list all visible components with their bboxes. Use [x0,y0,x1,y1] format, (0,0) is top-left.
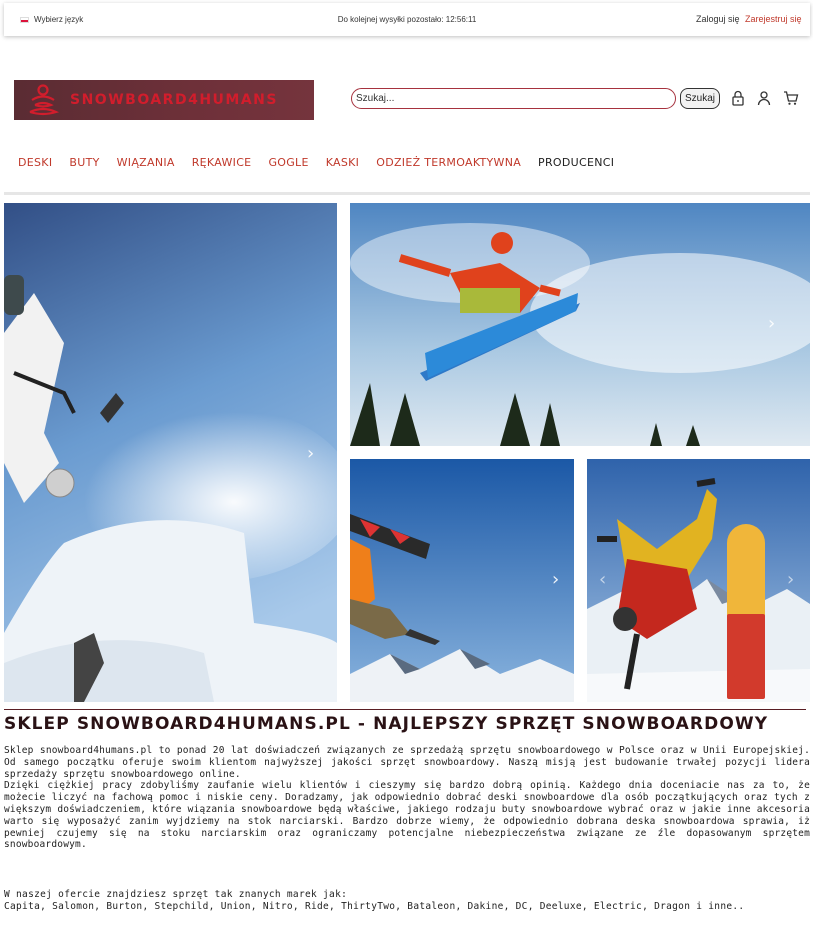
intro-paragraph-1: Sklep snowboard4humans.pl to ponad 20 la… [4,745,810,780]
nav-item-buty[interactable]: BUTY [69,156,99,169]
intro-paragraph-2: Dzięki ciężkiej pracy zdobyliśmy zaufani… [4,780,810,851]
main-nav: DESKI BUTY WIĄZANIA RĘKAWICE GOGLE KASKI… [18,156,631,169]
snowboarder-logo-icon [29,84,60,116]
chevron-right-icon[interactable]: › [552,569,559,590]
banner-image-2[interactable]: › [350,203,810,446]
register-link[interactable]: Zarejestruj się [745,14,802,24]
top-bar: Wybierz język Do kolejnej wysyłki pozost… [4,3,810,36]
nav-item-kaski[interactable]: KASKI [326,156,360,169]
nav-item-gogle[interactable]: GOGLE [268,156,308,169]
snowboarder-mountain-photo [350,459,574,702]
logo-text: SNOWBOARD4HUMANS [70,92,278,108]
brands-list: Capita, Salomon, Burton, Stepchild, Unio… [4,900,745,912]
banner-image-3[interactable]: › [350,459,574,702]
nav-item-odziez-termoaktywna[interactable]: ODZIEŻ TERMOAKTYWNA [376,156,521,169]
offer-intro: W naszej ofercie znajdziesz sprzęt tak z… [4,889,348,900]
search-button[interactable]: Szukaj [680,88,720,109]
heading-divider [4,709,806,710]
shipping-countdown: Do kolejnej wysyłki pozostało: 12:56:11 [337,15,477,24]
site-logo[interactable]: SNOWBOARD4HUMANS [14,80,314,120]
search-input[interactable] [351,88,676,109]
brands-block: W naszej ofercie znajdziesz sprzęt tak z… [4,889,810,913]
nav-item-wiazania[interactable]: WIĄZANIA [117,156,175,169]
nav-item-deski[interactable]: DESKI [18,156,52,169]
chevron-right-icon[interactable]: › [307,443,314,464]
banner-image-4[interactable]: ‹ › [587,459,810,702]
snowboarder-jump-photo [4,203,337,702]
intro-text: Sklep snowboard4humans.pl to ponad 20 la… [4,745,810,851]
nav-item-rekawice[interactable]: RĘKAWICE [192,156,252,169]
chevron-right-icon[interactable]: › [787,569,794,590]
chevron-right-icon[interactable]: › [768,313,775,334]
snowboarder-handplant-photo [587,459,810,702]
login-link[interactable]: Zaloguj się [696,14,740,24]
banner-image-1[interactable]: › [4,203,337,702]
user-icon[interactable] [756,90,772,106]
nav-divider [4,192,810,195]
snowboarder-air-photo [350,203,810,446]
lock-icon[interactable] [730,90,746,106]
nav-item-producenci[interactable]: PRODUCENCI [538,156,614,169]
page-heading: SKLEP SNOWBOARD4HUMANS.PL - NAJLEPSZY SP… [4,714,769,734]
cart-icon[interactable] [783,90,799,106]
chevron-left-icon[interactable]: ‹ [599,569,606,590]
